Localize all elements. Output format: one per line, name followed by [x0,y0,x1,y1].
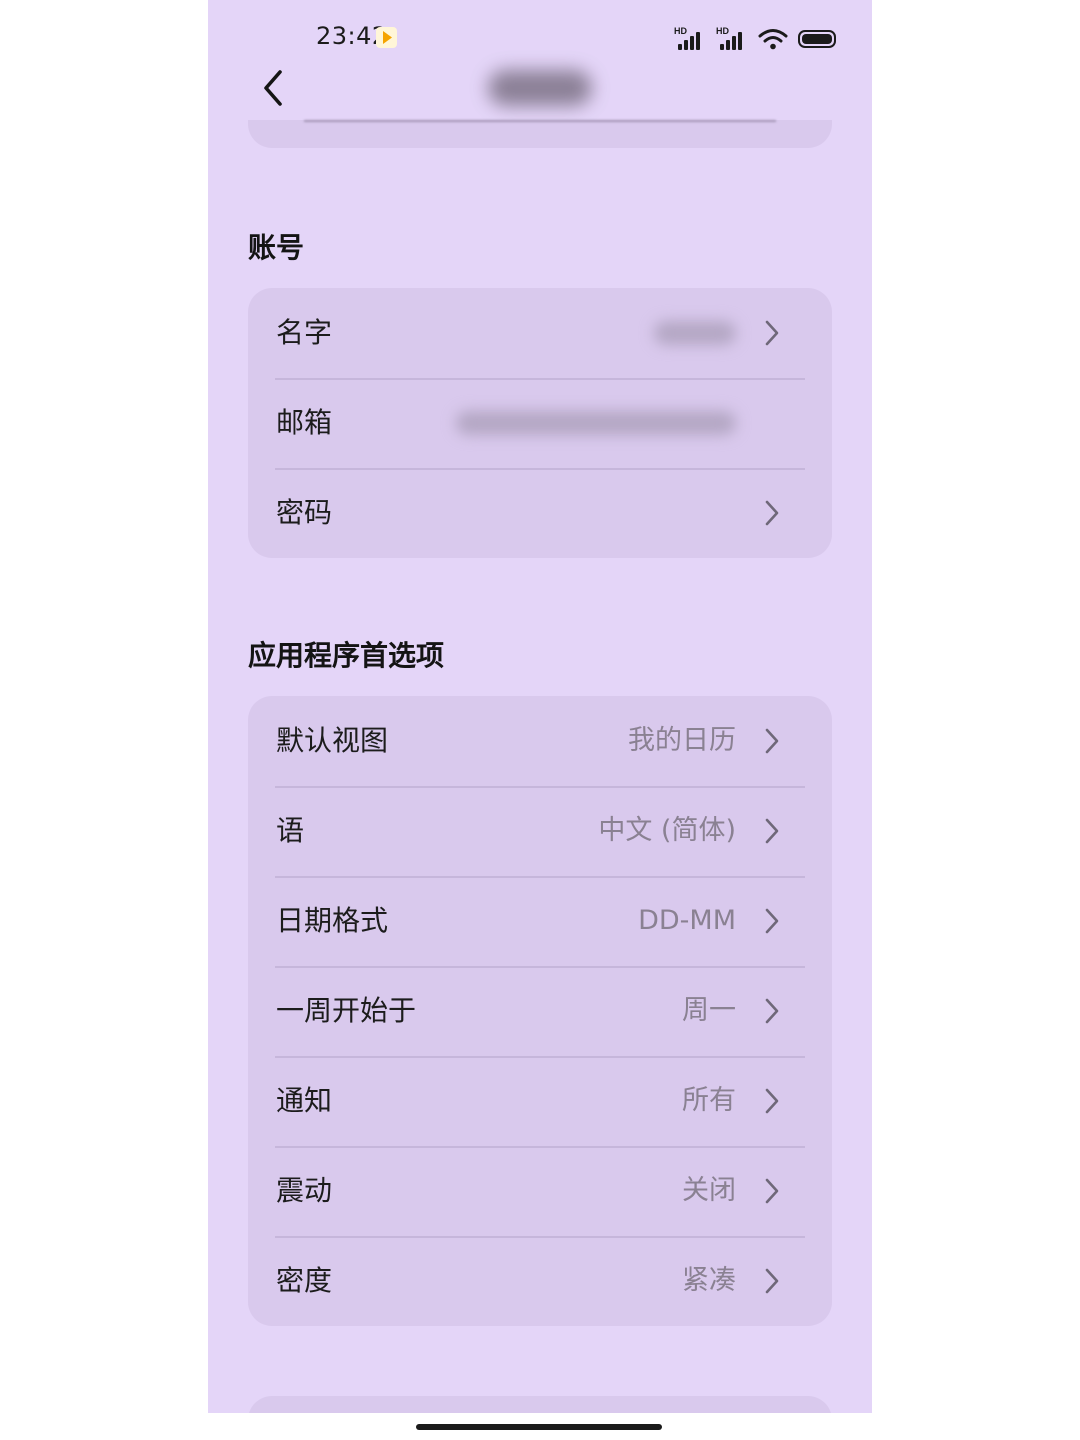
account-row-name[interactable]: 名字 [248,288,832,378]
preferences-section-title: 应用程序首选项 [248,639,445,672]
name-value-redacted [654,321,736,345]
row-label: 默认视图 [276,724,389,757]
chevron-right-icon [765,500,779,526]
back-button[interactable] [256,66,292,110]
home-indicator[interactable] [416,1424,662,1430]
pref-row-notifications[interactable]: 通知 所有 [248,1056,832,1146]
profile-card [248,120,832,148]
row-label: 密码 [276,496,333,529]
row-label: 邮箱 [276,406,333,439]
row-label: 日期格式 [276,904,389,937]
account-section-title: 账号 [248,231,305,264]
row-value: 关闭 [682,1175,736,1206]
account-row-email[interactable]: 邮箱 [248,378,832,468]
preferences-card: 默认视图 我的日历 语 中文 (简体) 日期格式 DD-MM 一周开始于 周一 … [248,696,832,1326]
row-value: DD-MM [638,905,736,936]
row-label: 名字 [276,316,333,349]
signal-icon: HD [674,26,706,50]
status-icons: HD HD [674,26,836,50]
chevron-right-icon [765,818,779,844]
row-label: 震动 [276,1174,333,1207]
account-row-password[interactable]: 密码 [248,468,832,558]
chevron-left-icon [264,70,282,106]
row-label: 语 [276,814,305,847]
signal-icon: HD [716,26,748,50]
chevron-right-icon [765,998,779,1024]
row-label: 通知 [276,1084,333,1117]
pref-row-language[interactable]: 语 中文 (简体) [248,786,832,876]
row-label: 密度 [276,1264,333,1297]
next-section-card [248,1396,832,1413]
battery-icon [798,30,836,48]
row-value: 我的日历 [628,725,736,756]
pref-row-default-view[interactable]: 默认视图 我的日历 [248,696,832,786]
chevron-right-icon [765,1088,779,1114]
row-value: 紧凑 [682,1265,736,1296]
pref-row-week-start[interactable]: 一周开始于 周一 [248,966,832,1056]
account-card: 名字 邮箱 密码 [248,288,832,558]
row-value: 中文 (简体) [598,815,736,846]
chevron-right-icon [765,320,779,346]
chevron-right-icon [765,728,779,754]
row-value: 周一 [682,995,736,1026]
chevron-right-icon [765,1268,779,1294]
row-label: 一周开始于 [276,994,417,1027]
chevron-right-icon [765,908,779,934]
wifi-icon [758,29,788,50]
pref-row-vibration[interactable]: 震动 关闭 [248,1146,832,1236]
video-play-icon [376,27,397,48]
email-value-redacted [456,411,736,435]
row-value: 所有 [682,1085,736,1116]
chevron-right-icon [765,1178,779,1204]
pref-row-density[interactable]: 密度 紧凑 [248,1236,832,1326]
page-title-redacted [488,70,592,106]
pref-row-date-format[interactable]: 日期格式 DD-MM [248,876,832,966]
settings-screen: 23:42 HD HD 账号 名字 邮箱 密码 应用程序首选项 默认视图 我的日… [208,0,872,1413]
